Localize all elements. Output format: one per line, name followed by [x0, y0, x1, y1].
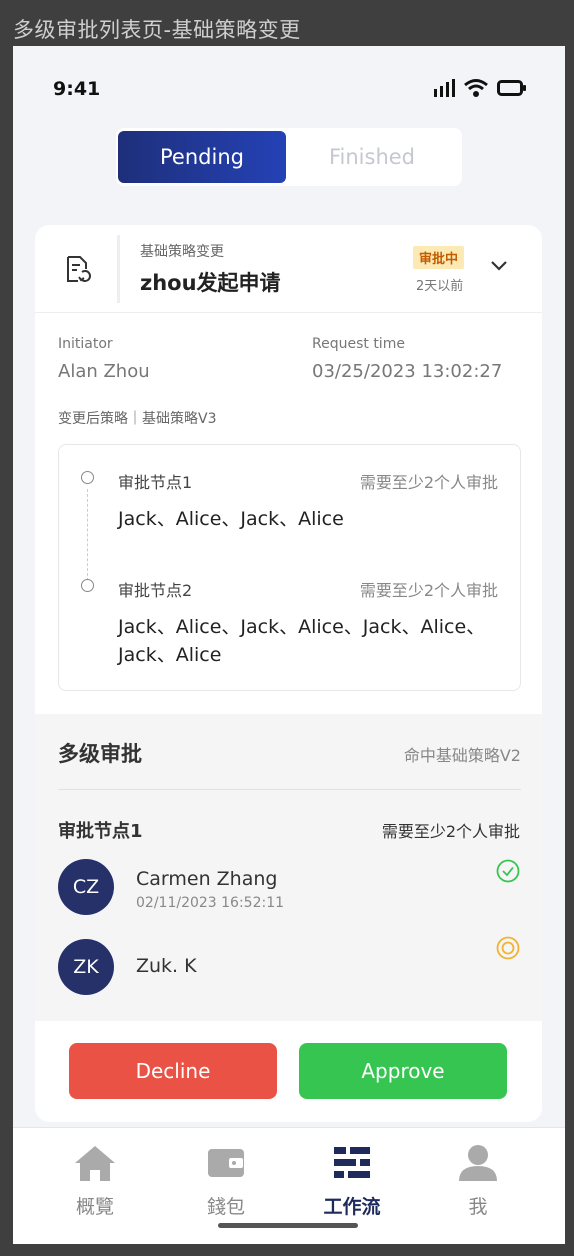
status-time: 9:41 [53, 78, 101, 100]
approval-node-name: 审批节点1 [58, 821, 143, 842]
check-circle-icon [496, 859, 520, 883]
status-bar: 9:41 [13, 46, 565, 126]
frame-title: 多级审批列表页-基础策略变更 [13, 18, 301, 42]
user-icon [459, 1145, 497, 1181]
status-segmented-control: Pending Finished [116, 128, 462, 186]
battery-icon [497, 80, 526, 96]
initiator-label: Initiator [58, 336, 113, 352]
pending-circle-icon [496, 936, 520, 960]
section-divider [58, 789, 521, 790]
request-time-value: 03/25/2023 13:02:27 [312, 361, 503, 382]
timeline-node-name: 审批节点2 [118, 581, 193, 600]
approval-node-requirement: 需要至少2个人审批 [381, 822, 520, 841]
request-time-label: Request time [312, 336, 405, 352]
approvers-line: Jack、Alice、Jack、Alice、Jack、Alice、 [118, 616, 486, 638]
decline-button[interactable]: Decline [69, 1043, 277, 1099]
timeline-node-requirement: 需要至少2个人审批 [359, 581, 498, 600]
status-badge: 审批中 [413, 246, 465, 269]
timeline-node-requirement: 需要至少2个人审批 [359, 473, 498, 492]
timeline-node-name: 审批节点1 [118, 473, 193, 492]
wallet-icon [208, 1149, 244, 1177]
wifi-icon [464, 79, 488, 97]
signal-icon [434, 79, 455, 97]
request-subtype: 基础策略变更 [140, 244, 224, 260]
tab-label: 我 [468, 1196, 488, 1218]
timeline-node-dot [81, 471, 94, 484]
timeline-node-approvers: Jack、Alice、Jack、Alice [118, 508, 344, 530]
tab-label: 概覽 [75, 1196, 114, 1218]
tab-overview[interactable]: 概覽 [50, 1144, 140, 1219]
tab-me[interactable]: 我 [433, 1144, 523, 1219]
approvers-line: Jack、Alice [118, 644, 222, 666]
header-divider [117, 235, 120, 303]
initiator-value: Alan Zhou [58, 361, 150, 382]
approval-time: 02/11/2023 16:52:11 [136, 895, 285, 911]
approver-name: Zuk. K [136, 955, 197, 977]
phone-screen: 9:41 Pending Finished 基础策略变更 zhou发起申请 审批… [13, 46, 565, 1244]
chevron-down-icon[interactable] [489, 259, 509, 273]
avatar: CZ [58, 859, 114, 915]
matched-policy: 命中基础策略V2 [403, 746, 521, 765]
tab-workflow[interactable]: 工作流 [307, 1144, 397, 1219]
approver-name: Carmen Zhang [136, 868, 278, 890]
tab-finished[interactable]: Finished [288, 131, 456, 183]
timeline-node-approvers: Jack、Alice、Jack、Alice、Jack、Alice、 Jack、A… [118, 613, 485, 669]
request-title: zhou发起申请 [140, 271, 281, 295]
request-card-header[interactable]: 基础策略变更 zhou发起申请 审批中 2天以前 [35, 225, 542, 313]
avatar: ZK [58, 939, 114, 995]
request-age: 2天以前 [416, 279, 464, 294]
section-title: 多级审批 [58, 742, 142, 766]
request-card: 基础策略变更 zhou发起申请 审批中 2天以前 Initiator Alan … [35, 225, 542, 1122]
policy-document-icon [67, 256, 91, 282]
timeline-connector [87, 489, 88, 581]
approval-timeline: 审批节点1 需要至少2个人审批 Jack、Alice、Jack、Alice 审批… [58, 444, 521, 691]
home-indicator [218, 1223, 358, 1228]
tab-pending[interactable]: Pending [118, 131, 286, 183]
timeline-node-dot [81, 579, 94, 592]
multi-level-approval-section: 多级审批 命中基础策略V2 审批节点1 需要至少2个人审批 CZ Carmen … [35, 714, 542, 1021]
status-icons [433, 78, 527, 98]
home-icon [75, 1146, 115, 1181]
tab-label: 錢包 [206, 1196, 245, 1218]
tab-label: 工作流 [323, 1196, 381, 1218]
tab-wallet[interactable]: 錢包 [181, 1144, 271, 1219]
approve-button[interactable]: Approve [299, 1043, 507, 1099]
changed-policy: 变更后策略｜基础策略V3 [58, 411, 217, 427]
workflow-icon [334, 1147, 370, 1178]
